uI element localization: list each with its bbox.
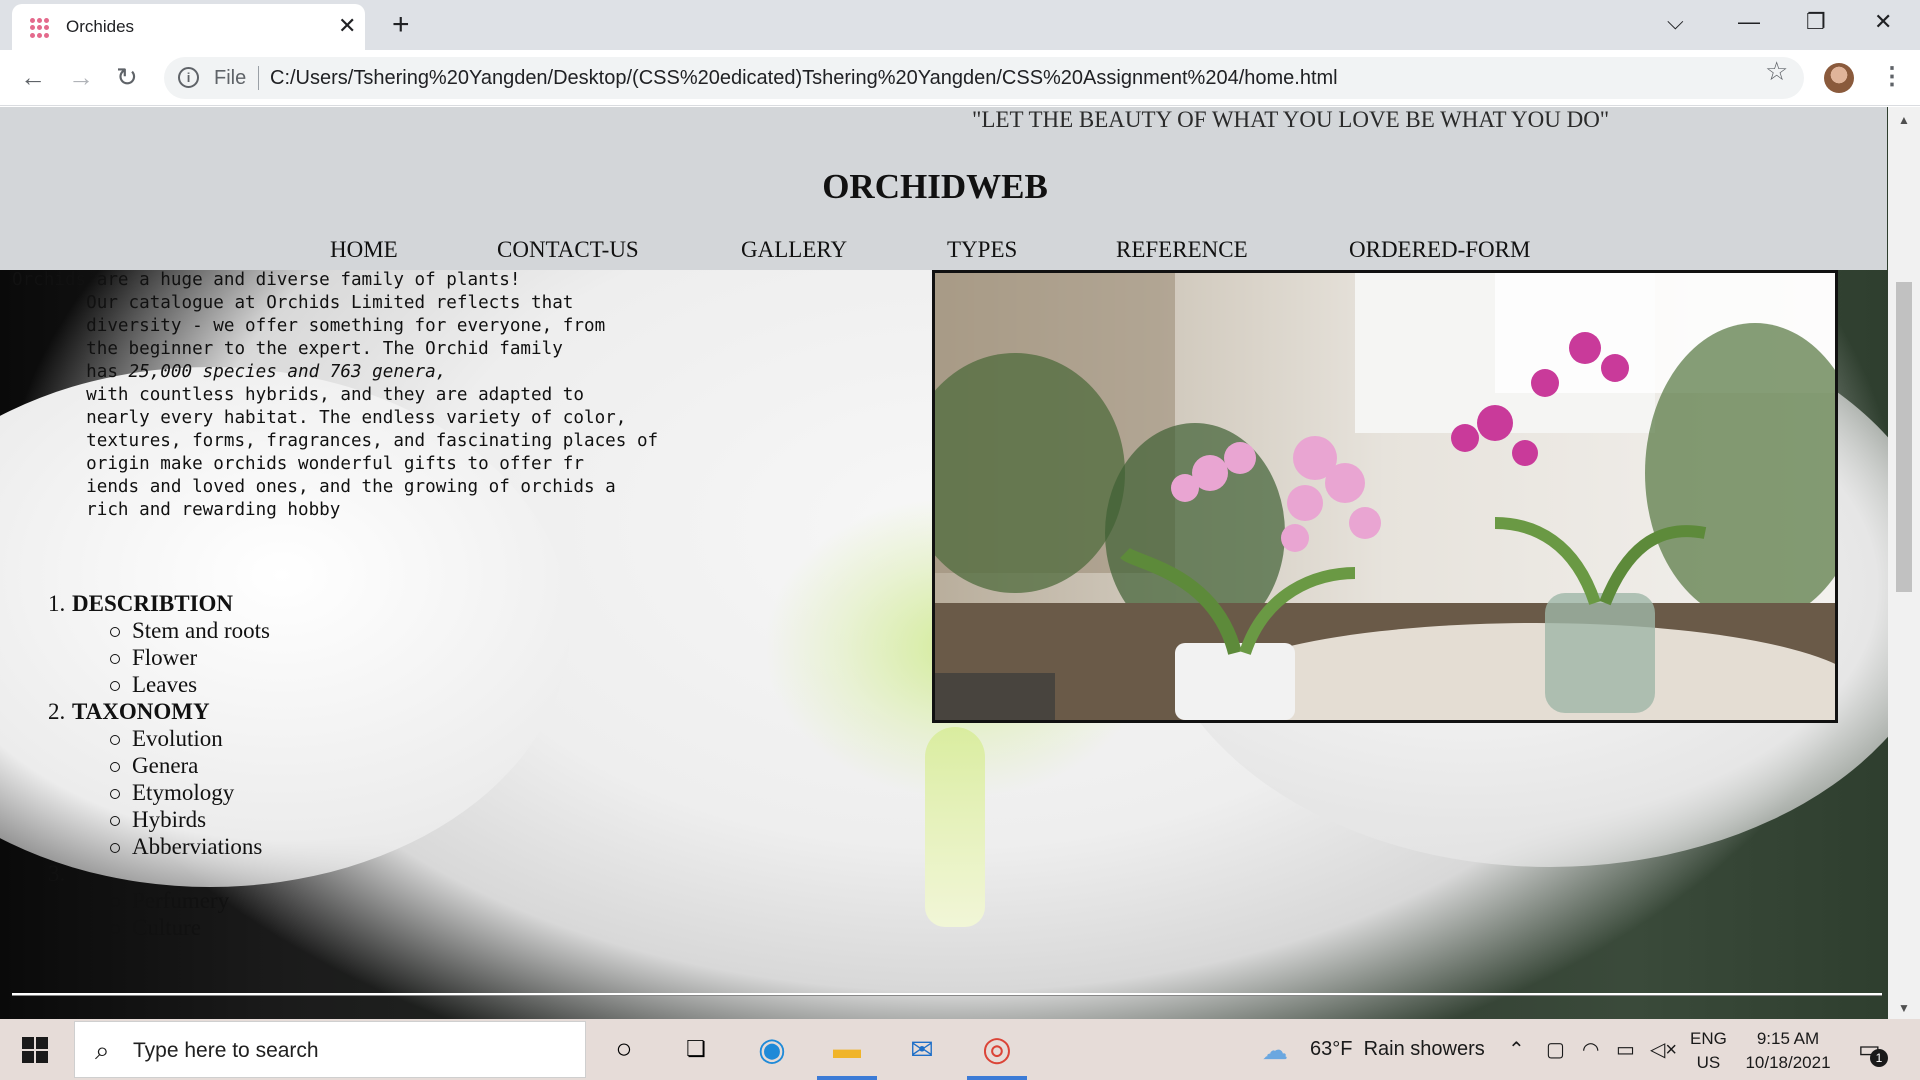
list-item: Genera: [48, 753, 270, 780]
weather-temp: 63°F: [1310, 1038, 1353, 1060]
scroll-down-icon[interactable]: ▼: [1898, 1001, 1910, 1015]
search-icon: ⌕: [95, 1035, 110, 1065]
search-placeholder: Type here to search: [133, 1039, 319, 1062]
file-explorer-active-indicator: [817, 1076, 877, 1080]
outline-number: 1.: [48, 591, 66, 616]
cortana-icon[interactable]: ○: [604, 1031, 644, 1067]
list-item: Hybirds: [48, 807, 270, 834]
chrome-active-indicator: [967, 1076, 1027, 1080]
edge-icon[interactable]: ◉: [752, 1031, 792, 1067]
language-region: US: [1696, 1053, 1721, 1072]
nav-link-home[interactable]: HOME: [330, 237, 398, 263]
meet-now-icon[interactable]: ▢: [1546, 1037, 1565, 1062]
horizontal-rule: [12, 993, 1882, 995]
weather-widget[interactable]: 63°F Rain showers: [1310, 1038, 1485, 1061]
taskbar-clock[interactable]: 9:15 AM 10/18/2021: [1740, 1027, 1836, 1075]
outline-number: 2.: [48, 699, 66, 724]
nav-link-gallery[interactable]: GALLERY: [741, 237, 847, 263]
info-icon[interactable]: i: [178, 67, 199, 88]
nav-link-types[interactable]: TYPES: [947, 237, 1017, 263]
rain-showers-icon[interactable]: ☁: [1262, 1035, 1288, 1066]
outline-heading: DESCRIBTION: [72, 591, 234, 616]
header-quote: "LET THE BEAUTY OF WHAT YOU LOVE BE WHAT…: [972, 107, 1610, 132]
list-item: Perfumery: [48, 888, 270, 915]
volume-muted-icon[interactable]: ◁×: [1650, 1037, 1677, 1062]
mail-icon[interactable]: ✉: [902, 1031, 942, 1067]
nav-link-reference[interactable]: REFERENCE: [1116, 237, 1248, 263]
species-count-emphasis: 25,000 species and 763 genera,: [128, 362, 447, 382]
windows-taskbar: ⌕ Type here to search ○ ❏ ◉ ▬ ✉ ◎ ☁ 63°F…: [0, 1019, 1920, 1080]
clock-date: 10/18/2021: [1745, 1053, 1831, 1072]
outline-heading: TAXONOMY: [72, 699, 210, 724]
scrollbar-thumb[interactable]: [1896, 282, 1912, 592]
list-item: Stem and roots: [48, 618, 270, 645]
scroll-up-icon[interactable]: ▲: [1898, 113, 1910, 127]
list-item: Evolution: [48, 726, 270, 753]
list-item: Flower: [48, 645, 270, 672]
site-header: "LET THE BEAUTY OF WHAT YOU LOVE BE WHAT…: [0, 107, 1887, 270]
topics-outline: 1. DESCRIBTION Stem and roots Flower Lea…: [48, 591, 270, 942]
language-indicator[interactable]: ENG US: [1690, 1027, 1727, 1075]
nav-link-contact-us[interactable]: CONTACT-US: [497, 237, 639, 263]
list-item: Abberviations: [48, 834, 270, 861]
language-code: ENG: [1690, 1029, 1727, 1048]
wifi-icon[interactable]: ◠: [1582, 1037, 1599, 1062]
chevron-up-icon[interactable]: ⌃: [1508, 1037, 1525, 1062]
browser-toolbar: ← → ↻ i File C:/Users/Tshering%20Yangden…: [0, 50, 1920, 106]
task-view-icon[interactable]: ❏: [676, 1031, 716, 1067]
outline-section: 2. TAXONOMY: [48, 699, 270, 726]
orchid-pots-image: [935, 273, 1835, 720]
forward-button[interactable]: →: [68, 62, 94, 92]
list-item: Leaves: [48, 672, 270, 699]
profile-avatar[interactable]: [1824, 63, 1854, 93]
nav-link-ordered-form[interactable]: ORDERED-FORM: [1349, 237, 1530, 263]
address-bar[interactable]: i File C:/Users/Tshering%20Yangden/Deskt…: [164, 57, 1804, 99]
tab-search-icon[interactable]: ⌵: [1667, 8, 1684, 36]
taskbar-search-box[interactable]: ⌕ Type here to search: [74, 1021, 586, 1078]
list-item: Etymology: [48, 780, 270, 807]
list-item: Culture: [48, 915, 270, 942]
windows-start-icon[interactable]: [22, 1037, 48, 1063]
browser-tab-strip: Orchides ✕ + ⌵ — ❐ ✕: [0, 0, 1920, 50]
new-tab-button[interactable]: +: [392, 8, 410, 42]
orchid-photo: [932, 270, 1838, 723]
notification-badge: 1: [1870, 1049, 1888, 1067]
browser-tab[interactable]: Orchides ✕: [12, 4, 365, 50]
file-explorer-icon[interactable]: ▬: [827, 1031, 867, 1067]
orchid-favicon-icon: [30, 18, 50, 38]
intro-paragraph: Orchids are a huge and diverse family of…: [12, 270, 659, 520]
outline-section: 1. DESCRIBTION: [48, 591, 270, 618]
close-window-button[interactable]: ✕: [1874, 8, 1892, 36]
url-divider: [258, 66, 259, 90]
close-tab-icon[interactable]: ✕: [338, 13, 356, 39]
url-scheme-label: File: [214, 67, 247, 89]
url-text[interactable]: C:/Users/Tshering%20Yangden/Desktop/(CSS…: [270, 67, 1338, 90]
clock-time: 9:15 AM: [1756, 1029, 1820, 1048]
site-title: ORCHIDWEB: [822, 167, 1048, 206]
battery-icon[interactable]: ▭: [1616, 1037, 1635, 1062]
bookmark-star-icon[interactable]: ☆: [1765, 57, 1788, 85]
minimize-button[interactable]: —: [1738, 8, 1760, 36]
page-scrollbar[interactable]: ▲ ▼: [1888, 107, 1920, 1019]
chrome-icon[interactable]: ◎: [977, 1030, 1017, 1068]
background-orchid-column: [925, 727, 985, 927]
weather-condition: Rain showers: [1363, 1038, 1485, 1060]
page-viewport: "LET THE BEAUTY OF WHAT YOU LOVE BE WHAT…: [0, 107, 1920, 1019]
outline-section: 3.: [48, 861, 270, 888]
reload-button[interactable]: ↻: [116, 62, 138, 92]
tab-title: Orchides: [66, 17, 135, 36]
restore-button[interactable]: ❐: [1806, 8, 1826, 36]
outline-number: 3.: [48, 861, 66, 886]
back-button[interactable]: ←: [20, 62, 46, 92]
browser-menu-icon[interactable]: ⋮: [1880, 62, 1904, 92]
